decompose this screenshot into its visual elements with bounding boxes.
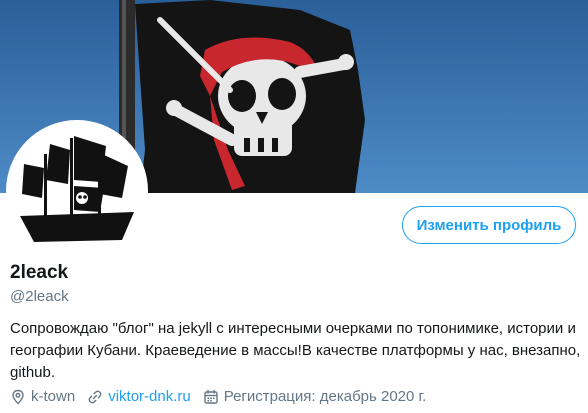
location-text: k-town (31, 388, 76, 405)
profile-location: k-town (10, 388, 75, 405)
edit-profile-button[interactable]: Изменить профиль (402, 206, 576, 244)
profile-meta: k-town viktor-dnk.ru Регистрация: декабр… (10, 388, 438, 405)
profile-avatar[interactable] (6, 120, 148, 262)
pirate-ship-logo-icon (10, 124, 144, 258)
joined-text: Регистрация: декабрь 2020 г. (223, 388, 427, 405)
profile-joined: Регистрация: декабрь 2020 г. (203, 388, 427, 405)
profile-name: 2leack (10, 262, 69, 283)
location-pin-icon (10, 389, 26, 405)
calendar-icon (203, 389, 219, 405)
link-icon (87, 389, 103, 405)
profile-handle: @2leack (10, 288, 69, 305)
website-link[interactable]: viktor-dnk.ru (108, 388, 191, 405)
profile-bio: Сопровождаю "блог" на jekyll с интересны… (10, 320, 581, 381)
profile-website[interactable]: viktor-dnk.ru (87, 388, 191, 405)
